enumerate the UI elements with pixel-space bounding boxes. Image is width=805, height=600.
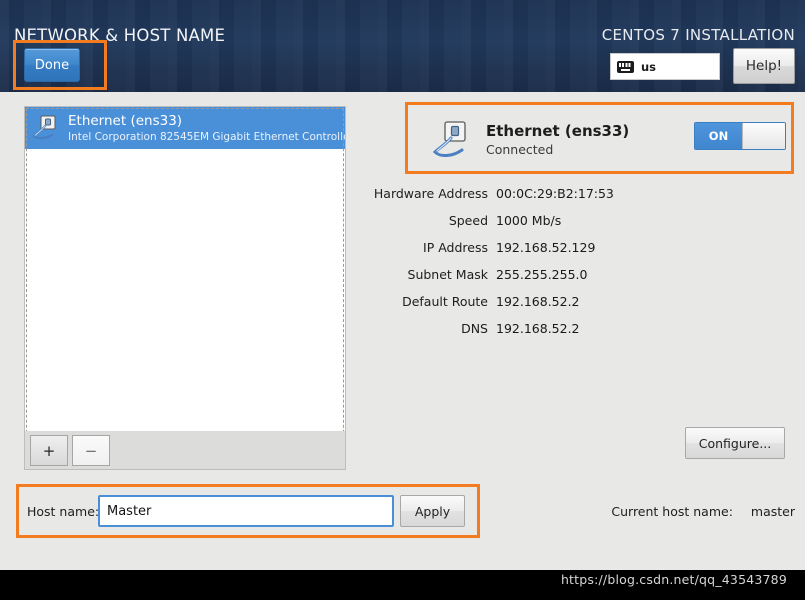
add-device-label: + (42, 441, 56, 460)
done-button[interactable]: Done (24, 48, 80, 82)
list-item[interactable]: Ethernet (ens33) Intel Corporation 82545… (25, 107, 345, 149)
detail-row: Speed 1000 Mb/s (356, 207, 786, 234)
ethernet-icon (32, 114, 60, 142)
device-detail-header-text: Ethernet (ens33) Connected (486, 121, 629, 159)
detail-row: IP Address 192.168.52.129 (356, 234, 786, 261)
device-list-toolbar: + − (24, 431, 346, 470)
configure-button[interactable]: Configure... (685, 427, 785, 459)
apply-button-label: Apply (414, 503, 451, 519)
keyboard-icon (617, 60, 634, 73)
detail-label: Speed (448, 213, 488, 228)
detail-label: Default Route (402, 294, 488, 309)
list-item-description: Intel Corporation 82545EM Gigabit Ethern… (68, 130, 345, 143)
detail-value: 192.168.52.2 (496, 294, 580, 309)
help-button[interactable]: Help! (733, 48, 795, 84)
centos-network-host-name-screen: NETWORK & HOST NAME CENTOS 7 INSTALLATIO… (0, 0, 805, 600)
detail-row: Default Route 192.168.52.2 (356, 288, 786, 315)
ethernet-icon (432, 119, 474, 161)
add-device-button[interactable]: + (30, 435, 68, 466)
apply-button[interactable]: Apply (400, 495, 465, 527)
detail-value: 192.168.52.129 (496, 240, 596, 255)
detail-label: DNS (461, 321, 488, 336)
remove-device-label: − (84, 441, 98, 460)
detail-value: 1000 Mb/s (496, 213, 562, 228)
detail-value: 255.255.255.0 (496, 267, 588, 282)
device-detail-fields: Hardware Address 00:0C:29:B2:17:53 Speed… (356, 180, 786, 342)
device-status: Connected (486, 142, 554, 157)
detail-row: Subnet Mask 255.255.255.0 (356, 261, 786, 288)
installation-title: CENTOS 7 INSTALLATION (601, 26, 795, 44)
hostname-label: Host name: (27, 504, 100, 519)
remove-device-button[interactable]: − (72, 435, 110, 466)
detail-label: Subnet Mask (407, 267, 488, 282)
detail-row: DNS 192.168.52.2 (356, 315, 786, 342)
content-bottom-fill (0, 545, 805, 570)
detail-value: 00:0C:29:B2:17:53 (496, 186, 614, 201)
toggle-knob[interactable] (742, 123, 785, 149)
installer-header: NETWORK & HOST NAME CENTOS 7 INSTALLATIO… (0, 0, 805, 92)
help-button-label: Help! (745, 58, 783, 74)
toggle-on-label: ON (695, 123, 742, 149)
current-hostname-label: Current host name: (611, 504, 733, 519)
device-enable-toggle[interactable]: ON (694, 122, 786, 150)
detail-value: 192.168.52.2 (496, 321, 580, 336)
done-button-label: Done (34, 57, 70, 73)
detail-row: Hardware Address 00:0C:29:B2:17:53 (356, 180, 786, 207)
device-name: Ethernet (ens33) (486, 122, 630, 140)
watermark-text: https://blog.csdn.net/qq_43543789 (560, 572, 787, 587)
list-focus-outline (26, 108, 344, 468)
keyboard-layout-label: us (641, 59, 657, 74)
detail-label: IP Address (423, 240, 488, 255)
keyboard-layout-indicator[interactable]: us (610, 53, 720, 80)
current-hostname-value: master (750, 504, 795, 519)
list-item-text: Ethernet (ens33) Intel Corporation 82545… (68, 113, 345, 144)
page-title: NETWORK & HOST NAME (14, 26, 226, 45)
detail-label: Hardware Address (373, 186, 488, 201)
current-hostname: Current host name: master (611, 504, 795, 519)
list-item-name: Ethernet (ens33) (68, 112, 183, 129)
configure-button-label: Configure... (698, 435, 772, 451)
hostname-input[interactable] (98, 495, 394, 527)
network-device-list[interactable]: Ethernet (ens33) Intel Corporation 82545… (24, 106, 346, 470)
